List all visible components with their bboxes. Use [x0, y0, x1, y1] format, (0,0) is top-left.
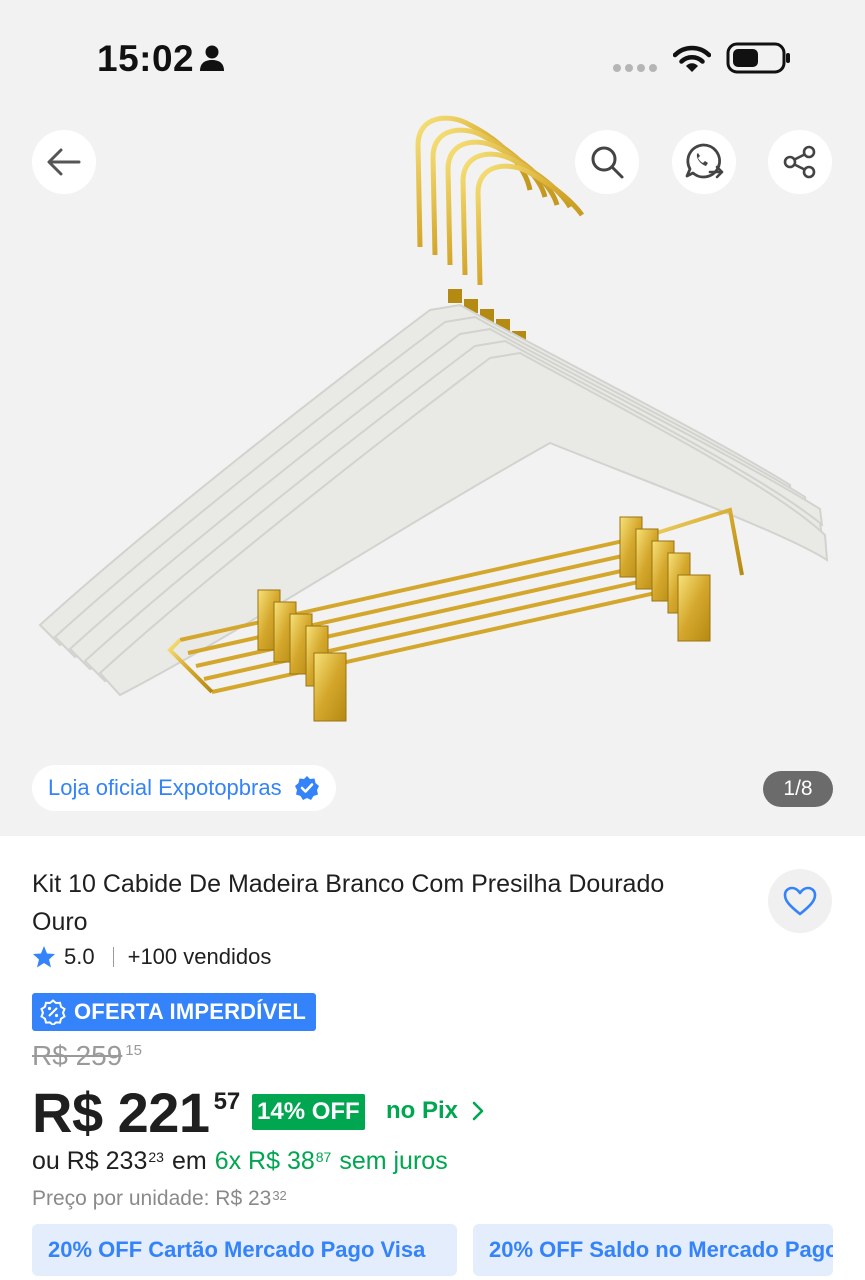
divider: [112, 947, 114, 967]
installment-suffix: sem juros: [339, 1147, 448, 1175]
star-icon: [33, 946, 55, 968]
promo-chip-visa[interactable]: 20% OFF Cartão Mercado Pago Visa: [32, 1224, 457, 1276]
battery-icon: [726, 42, 790, 74]
product-image[interactable]: [30, 105, 830, 730]
current-price: R$ 221 57: [32, 1080, 240, 1145]
installment-total-cents: 23: [148, 1149, 164, 1165]
offer-badge: OFERTA IMPERDÍVEL: [32, 993, 316, 1031]
official-store-badge[interactable]: Loja oficial Expotopbras: [32, 765, 336, 811]
promo-chip-label: 20% OFF Saldo no Mercado Pago: [489, 1237, 833, 1262]
wifi-icon: [673, 45, 711, 72]
rating-row[interactable]: 5.0 +100 vendidos: [32, 944, 271, 970]
offer-label: OFERTA IMPERDÍVEL: [74, 999, 306, 1024]
product-title: Kit 10 Cabide De Madeira Branco Com Pres…: [32, 870, 665, 936]
price-cents: 57: [213, 1088, 241, 1115]
promo-chip-label: 20% OFF Cartão Mercado Pago Visa: [48, 1237, 426, 1262]
installment-total: ou R$ 233: [32, 1147, 148, 1175]
chevron-right-icon: [472, 1101, 484, 1121]
price-value: R$ 221: [32, 1081, 210, 1144]
old-price-cents: 15: [125, 1042, 142, 1059]
promo-chip-saldo[interactable]: 20% OFF Saldo no Mercado Pago: [473, 1224, 833, 1276]
installment-connector: em: [171, 1147, 207, 1175]
rating-value: 5.0: [64, 944, 95, 969]
pix-label: no Pix: [386, 1097, 459, 1124]
installment-plan-cents: 87: [315, 1149, 332, 1165]
old-price: R$ 259 15: [32, 1040, 142, 1072]
verified-icon: [294, 776, 319, 800]
unit-price-cents: 32: [272, 1188, 287, 1203]
unit-price: Preço por unidade: R$ 23 32: [32, 1187, 287, 1211]
sold-count: +100 vendidos: [127, 944, 272, 969]
heart-icon: [783, 886, 817, 916]
discount-badge: 14% OFF: [252, 1094, 365, 1130]
signal-dots-icon: [613, 64, 657, 72]
store-label: Loja oficial Expotopbras: [48, 775, 282, 800]
favorite-button[interactable]: [768, 869, 832, 933]
status-time: 15:02: [97, 38, 195, 79]
person-icon: [200, 45, 224, 71]
product-gallery[interactable]: 15:02 Loja oficial Expotopbras 1/8: [0, 0, 865, 836]
old-price-value: R$ 259: [32, 1040, 123, 1071]
installments-info: ou R$ 233 23 em 6x R$ 38 87 sem juros: [32, 1147, 448, 1176]
discount-seal-icon: [40, 999, 66, 1025]
installment-plan: 6x R$ 38: [214, 1147, 315, 1175]
image-counter: 1/8: [763, 771, 833, 807]
pix-link[interactable]: no Pix: [386, 1097, 484, 1125]
unit-price-value: Preço por unidade: R$ 23: [32, 1187, 272, 1210]
